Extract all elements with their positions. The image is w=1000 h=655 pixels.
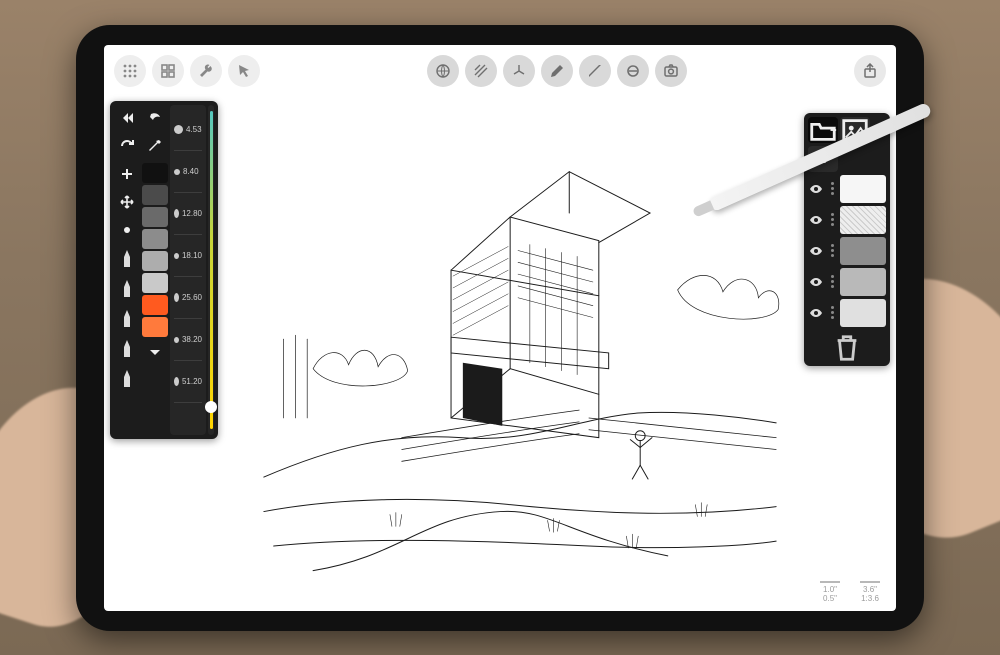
brush-size-dot[interactable] bbox=[114, 217, 140, 243]
undo-brush-icon[interactable] bbox=[142, 105, 168, 131]
nib-round[interactable] bbox=[114, 275, 140, 303]
layer-row[interactable] bbox=[808, 299, 886, 327]
layer-visibility-toggle[interactable] bbox=[808, 181, 824, 197]
scale-readout: 3.6"1:3.6 bbox=[860, 581, 880, 603]
pencil-icon[interactable] bbox=[541, 55, 573, 87]
layer-visibility-toggle[interactable] bbox=[808, 305, 824, 321]
left-tool-strip: 4.53 8.40 12.80 18.10 25.60 38.20 51.20 bbox=[110, 101, 218, 439]
scale-status: 1.0"0.5" 3.6"1:3.6 bbox=[820, 581, 880, 603]
color-swatch-0[interactable] bbox=[142, 163, 168, 183]
layer-drag-handle[interactable] bbox=[827, 268, 837, 296]
grid-dots-icon[interactable] bbox=[114, 55, 146, 87]
collapse-icon[interactable] bbox=[114, 105, 140, 131]
grid-apps-icon[interactable] bbox=[152, 55, 184, 87]
size-tick-label: 51.20 bbox=[182, 377, 202, 386]
wrench-icon[interactable] bbox=[190, 55, 222, 87]
layer-row[interactable] bbox=[808, 175, 886, 203]
scale-value-top: 1.0" bbox=[823, 585, 837, 594]
eyedropper-icon[interactable] bbox=[142, 133, 168, 159]
scale-value-bottom: 1:3.6 bbox=[861, 594, 879, 603]
layer-thumbnail[interactable] bbox=[840, 206, 886, 234]
scale-value-top: 3.6" bbox=[863, 585, 877, 594]
accent-swatch-0[interactable] bbox=[142, 295, 168, 315]
size-tick[interactable]: 4.53 bbox=[174, 109, 202, 151]
ruler-icon[interactable] bbox=[579, 55, 611, 87]
add-icon[interactable] bbox=[114, 161, 140, 187]
size-tick[interactable]: 18.10 bbox=[174, 235, 202, 277]
scale-value-bottom: 0.5" bbox=[823, 594, 837, 603]
color-swatch-5[interactable] bbox=[142, 273, 168, 293]
sketch-artwork bbox=[254, 101, 786, 597]
size-tick-label: 25.60 bbox=[182, 293, 202, 302]
circle-target-icon[interactable] bbox=[617, 55, 649, 87]
brush-size-slider[interactable] bbox=[208, 105, 214, 435]
size-tick-label: 4.53 bbox=[186, 125, 202, 134]
color-swatch-1[interactable] bbox=[142, 185, 168, 205]
color-swatch-3[interactable] bbox=[142, 229, 168, 249]
app-screen: 4.538.4012.8018.1025.6038.2051.20 T bbox=[104, 45, 896, 611]
axes3d-icon[interactable] bbox=[503, 55, 535, 87]
size-tick[interactable]: 25.60 bbox=[174, 277, 202, 319]
scale-readout: 1.0"0.5" bbox=[820, 581, 840, 603]
color-swatch-2[interactable] bbox=[142, 207, 168, 227]
layer-visibility-toggle[interactable] bbox=[808, 243, 824, 259]
color-swatch-4[interactable] bbox=[142, 251, 168, 271]
layer-row[interactable] bbox=[808, 268, 886, 296]
camera-icon[interactable] bbox=[655, 55, 687, 87]
layer-visibility-toggle[interactable] bbox=[808, 212, 824, 228]
layer-row[interactable] bbox=[808, 206, 886, 234]
nib-texture[interactable] bbox=[114, 365, 140, 393]
nib-brush[interactable] bbox=[114, 305, 140, 333]
move-icon[interactable] bbox=[114, 189, 140, 215]
size-tick-label: 12.80 bbox=[182, 209, 202, 218]
delete-layer-button[interactable] bbox=[832, 334, 862, 362]
hatch-icon[interactable] bbox=[465, 55, 497, 87]
size-tick[interactable]: 51.20 bbox=[174, 361, 202, 403]
globe-icon[interactable] bbox=[427, 55, 459, 87]
layer-thumbnail[interactable] bbox=[840, 268, 886, 296]
layer-drag-handle[interactable] bbox=[827, 206, 837, 234]
chevron-down-icon[interactable] bbox=[142, 339, 168, 365]
nib-chisel[interactable] bbox=[114, 335, 140, 363]
brush-size-ruler[interactable]: 4.53 8.40 12.80 18.10 25.60 38.20 51.20 bbox=[170, 105, 206, 435]
layer-thumbnail[interactable] bbox=[840, 237, 886, 265]
nib-fine[interactable] bbox=[114, 245, 140, 273]
size-tick-label: 18.10 bbox=[182, 251, 202, 260]
tablet-body: 4.538.4012.8018.1025.6038.2051.20 T bbox=[76, 25, 924, 631]
size-tick[interactable]: 38.20 bbox=[174, 319, 202, 361]
size-tick[interactable]: 8.40 bbox=[174, 151, 202, 193]
layer-drag-handle[interactable] bbox=[827, 175, 837, 203]
layers-tab-folder[interactable] bbox=[808, 117, 838, 143]
top-toolbar bbox=[104, 51, 896, 91]
layer-drag-handle[interactable] bbox=[827, 299, 837, 327]
layer-thumbnail[interactable] bbox=[840, 175, 886, 203]
size-tick-label: 38.20 bbox=[182, 335, 202, 344]
layer-drag-handle[interactable] bbox=[827, 237, 837, 265]
desk-surface: 4.538.4012.8018.1025.6038.2051.20 T bbox=[0, 0, 1000, 655]
layer-visibility-toggle[interactable] bbox=[808, 274, 824, 290]
size-tick[interactable]: 12.80 bbox=[174, 193, 202, 235]
arrow-cursor-icon[interactable] bbox=[228, 55, 260, 87]
layer-row[interactable] bbox=[808, 237, 886, 265]
share-icon[interactable] bbox=[854, 55, 886, 87]
layer-thumbnail[interactable] bbox=[840, 299, 886, 327]
redo-icon[interactable] bbox=[114, 133, 140, 159]
accent-swatch-1[interactable] bbox=[142, 317, 168, 337]
size-tick-label: 8.40 bbox=[183, 167, 199, 176]
drawing-canvas[interactable] bbox=[254, 101, 786, 597]
